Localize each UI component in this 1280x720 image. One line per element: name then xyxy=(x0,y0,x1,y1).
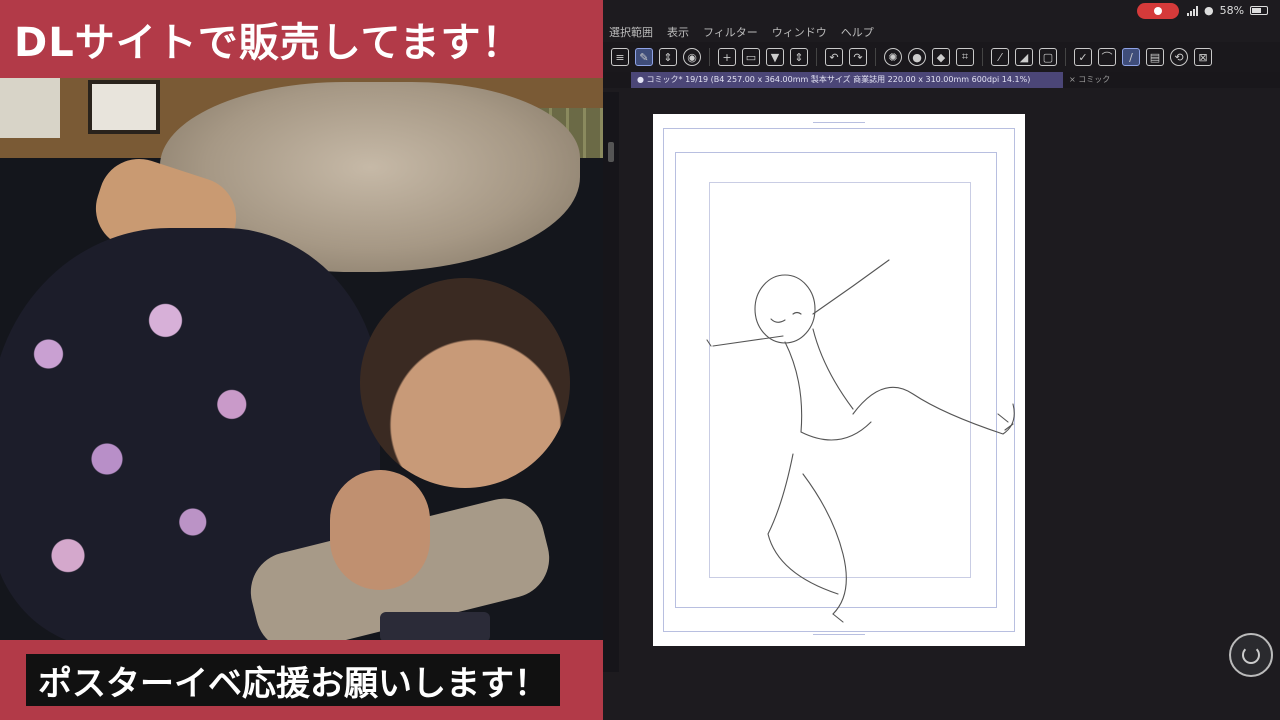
close-box-icon[interactable]: ⊠ xyxy=(1194,48,1212,66)
left-panel-strip[interactable] xyxy=(603,92,619,672)
toolbar-divider xyxy=(709,48,710,66)
pen-tool-icon[interactable]: ✎ xyxy=(635,48,653,66)
bottom-banner-box: ポスターイベ応援お願いします！ xyxy=(26,654,560,706)
bucket-icon[interactable]: ◆ xyxy=(932,48,950,66)
person-head xyxy=(360,278,570,488)
transform-icon[interactable]: ⌗ xyxy=(956,48,974,66)
sketch-feet xyxy=(832,413,1014,623)
toolbar-divider xyxy=(982,48,983,66)
deselect-icon[interactable]: ⁄ xyxy=(991,48,1009,66)
canvas-paper[interactable] xyxy=(653,114,1025,646)
new-file-icon[interactable]: + xyxy=(718,48,736,66)
brush-icon[interactable]: ⌒ xyxy=(1098,48,1116,66)
menu-bar: 選択範囲 表示 フィルター ウィンドウ ヘルプ xyxy=(609,24,874,40)
rotate-canvas-button[interactable] xyxy=(1229,633,1273,677)
document-tab-bar: ● コミック* 19/19 (B4 257.00 x 364.00mm 製本サイ… xyxy=(603,72,1280,88)
bottom-banner-text: ポスターイベ応援お願いします！ xyxy=(38,663,548,704)
command-bar: ≡ ✎ ⇕ ◉ + ▭ ▼ ⇕ ↶ ↷ ✺ ● ◆ ⌗ ⁄ ◢ ▢ ✓ ⌒ ∕ … xyxy=(603,42,1280,72)
toolbar-divider xyxy=(1065,48,1066,66)
sketch-face xyxy=(770,311,802,323)
document-tab-other[interactable]: × コミック xyxy=(1069,72,1110,88)
background-wall xyxy=(0,78,60,138)
camera-view xyxy=(0,0,603,720)
menu-view[interactable]: 表示 xyxy=(667,24,689,40)
pen-check-icon[interactable]: ✓ xyxy=(1074,48,1092,66)
drawing-app: ● 58% 選択範囲 表示 フィルター ウィンドウ ヘルプ ≡ ✎ ⇕ ◉ + … xyxy=(603,0,1280,720)
top-banner-text: DLサイトで販売してます！ xyxy=(14,20,523,66)
sketch-leg-raised xyxy=(852,386,1015,435)
bottom-banner: ポスターイベ応援お願いします！ xyxy=(0,640,603,720)
panel-handle-icon[interactable] xyxy=(608,142,614,162)
battery-icon xyxy=(1250,6,1269,15)
battery-percent: 58% xyxy=(1219,4,1245,17)
menu-filter[interactable]: フィルター xyxy=(703,24,758,40)
rotate-icon xyxy=(1242,646,1260,664)
canvas-area[interactable] xyxy=(619,88,1280,720)
active-brush-icon[interactable]: ∕ xyxy=(1122,48,1140,66)
sketch-head xyxy=(754,274,816,344)
sketch-leg-down xyxy=(802,473,847,615)
person-arm xyxy=(330,470,430,590)
toolbar-divider xyxy=(875,48,876,66)
camera-icon[interactable]: ◉ xyxy=(683,48,701,66)
save-icon[interactable]: ▼ xyxy=(766,48,784,66)
wifi-icon: ● xyxy=(1204,4,1214,17)
toolbar-divider xyxy=(816,48,817,66)
sketch-arm-right xyxy=(812,259,890,315)
swap-icon[interactable]: ⟲ xyxy=(1170,48,1188,66)
document-tab-active[interactable]: ● コミック* 19/19 (B4 257.00 x 364.00mm 製本サイ… xyxy=(631,72,1063,88)
menu-help[interactable]: ヘルプ xyxy=(841,24,874,40)
up-down-icon[interactable]: ⇕ xyxy=(790,48,808,66)
menu-window[interactable]: ウィンドウ xyxy=(772,24,827,40)
circle-icon[interactable]: ● xyxy=(908,48,926,66)
fill-icon[interactable]: ▢ xyxy=(1039,48,1057,66)
sketch-torso xyxy=(784,328,854,433)
status-right: ● 58% xyxy=(1187,4,1269,17)
undo-icon[interactable]: ↶ xyxy=(825,48,843,66)
figure-sketch xyxy=(706,259,1015,623)
status-bar: ● 58% xyxy=(603,0,1280,22)
layer-icon[interactable]: ▤ xyxy=(1146,48,1164,66)
recording-indicator[interactable] xyxy=(1137,3,1179,19)
menu-icon[interactable]: ≡ xyxy=(611,48,629,66)
up-down-icon[interactable]: ⇕ xyxy=(659,48,677,66)
top-banner: DLサイトで販売してます！ xyxy=(0,0,603,78)
signal-icon xyxy=(1187,5,1198,16)
open-folder-icon[interactable]: ▭ xyxy=(742,48,760,66)
menu-selection[interactable]: 選択範囲 xyxy=(609,24,653,40)
tablet-device xyxy=(380,612,490,642)
settings-icon[interactable]: ✺ xyxy=(884,48,902,66)
picture-frame xyxy=(88,80,160,134)
shape-icon[interactable]: ◢ xyxy=(1015,48,1033,66)
sketch-hips xyxy=(767,421,872,595)
record-dot-icon xyxy=(1154,7,1162,15)
redo-icon[interactable]: ↷ xyxy=(849,48,867,66)
sketch-arm-left xyxy=(706,335,784,347)
